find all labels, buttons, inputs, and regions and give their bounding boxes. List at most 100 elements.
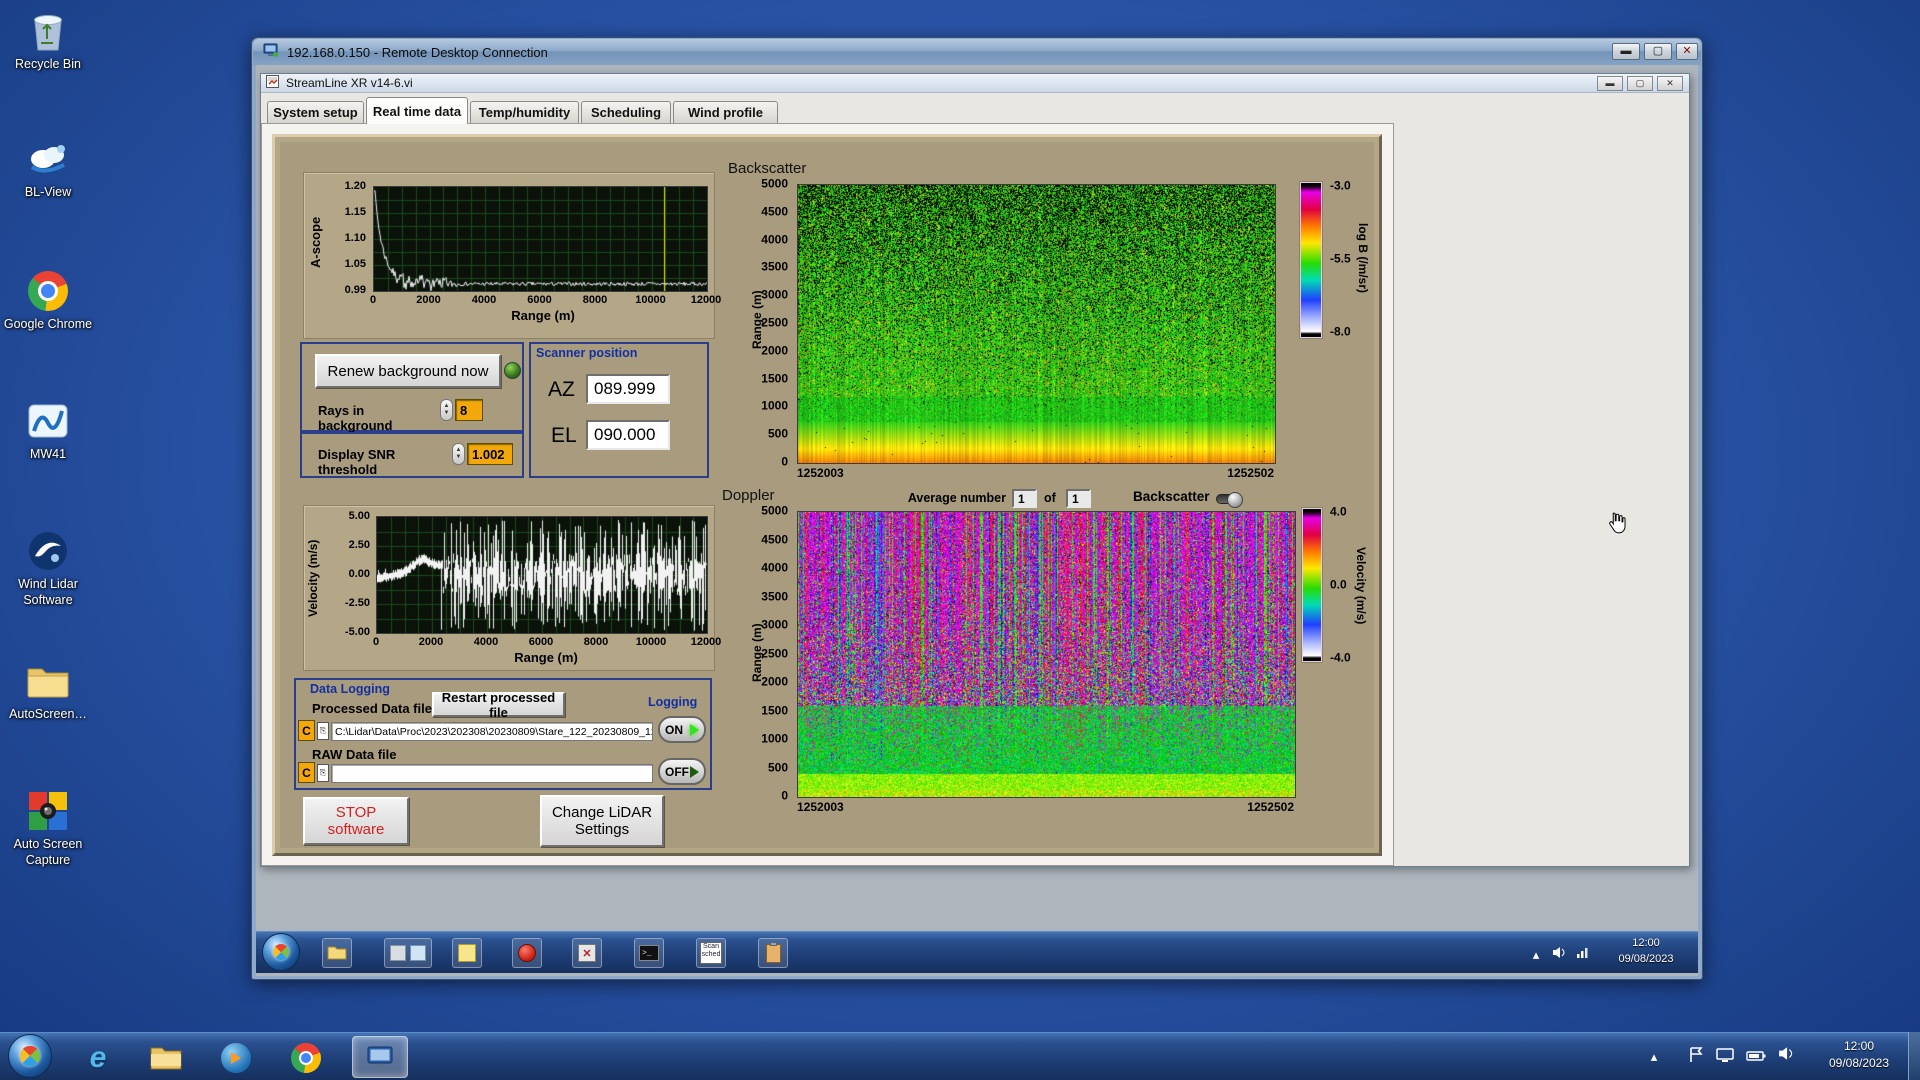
desktop-icon-autoscreen-folder[interactable]: AutoScreen… [2, 658, 94, 723]
start-button[interactable] [8, 1034, 52, 1078]
taskbar-internet-explorer-icon[interactable]: e [80, 1040, 116, 1076]
tick-label: 1.20 [344, 179, 366, 192]
desktop-icon-auto-screen-capture[interactable]: Auto Screen Capture [2, 788, 94, 868]
raw-logging-off-button[interactable]: OFF [658, 758, 706, 785]
tick-label: 0 [781, 788, 788, 803]
restart-processed-file-button[interactable]: Restart processed file [432, 690, 565, 720]
remote-tray-volume-icon[interactable] [1552, 946, 1567, 964]
app-close-button[interactable]: ✕ [1657, 76, 1683, 91]
average-number-field[interactable]: 1 [1012, 489, 1037, 508]
remote-start-button[interactable] [262, 933, 300, 971]
tick-label: 4000 [761, 560, 788, 575]
stop-software-button[interactable]: STOP software [303, 797, 409, 845]
tab-scheduling[interactable]: Scheduling [581, 101, 671, 123]
desktop-icon-bl-view[interactable]: BL-View [2, 136, 94, 201]
remote-clock-time: 12:00 [1632, 937, 1660, 949]
tab-real-time-data[interactable]: Real time data [366, 97, 468, 124]
ascope-y-ticks: 1.20 1.15 1.10 1.05 0.99 [300, 180, 368, 296]
remote-taskbar-clock[interactable]: 12:00 09/08/2023 [1598, 936, 1694, 968]
taskbar-media-player-icon[interactable] [218, 1040, 254, 1076]
processed-path-browse-icon[interactable]: ⎘ [317, 722, 329, 740]
renew-background-led [504, 362, 521, 379]
raw-path-browse-icon[interactable]: ⎘ [317, 764, 329, 782]
app-minimize-button[interactable]: ▬ [1597, 76, 1623, 91]
tick-label: 4000 [761, 232, 788, 247]
tray-display-icon[interactable] [1716, 1048, 1734, 1068]
el-value-field[interactable]: 090.000 [586, 420, 670, 450]
tray-battery-icon[interactable] [1746, 1049, 1766, 1067]
scanner-position-title: Scanner position [536, 346, 638, 360]
rays-value-field[interactable]: 8 [455, 399, 483, 421]
toggle-knob[interactable] [1227, 492, 1243, 508]
taskbar-chrome-icon[interactable] [288, 1040, 324, 1076]
stop-button-line1: STOP [335, 804, 377, 821]
raw-drive-box[interactable]: C [298, 762, 315, 783]
remote-quicklaunch-stop-app[interactable] [512, 938, 542, 968]
taskbar-clock[interactable]: 12:00 09/08/2023 [1812, 1038, 1906, 1073]
remote-tray-show-hidden-icon[interactable]: ▴ [1528, 947, 1544, 963]
desktop-icon-recycle-bin[interactable]: Recycle Bin [2, 8, 94, 73]
remote-quicklaunch-clipboard[interactable] [758, 938, 788, 968]
clock-date: 09/08/2023 [1828, 1056, 1890, 1071]
scanner-position-group-box [529, 342, 709, 478]
remote-quicklaunch-scan-scheduler[interactable]: Scan sched [696, 938, 726, 968]
remote-quicklaunch-command-prompt[interactable]: >_ [634, 938, 664, 968]
tray-volume-icon[interactable] [1778, 1046, 1795, 1066]
raw-path-field[interactable] [331, 764, 653, 783]
tick-label: 2.50 [348, 538, 370, 551]
tick-label: 10000 [635, 636, 667, 648]
processed-path-field[interactable]: C:\Lidar\Data\Proc\2023\202308\20230809\… [331, 722, 653, 741]
desktop-icon-wind-lidar[interactable]: Wind Lidar Software [2, 528, 94, 608]
ascope-plot [373, 186, 708, 292]
velocity-y-ticks: 5.00 2.50 0.00 -2.50 -5.00 [300, 510, 372, 638]
rays-spinner[interactable]: ▲ ▼ [440, 399, 453, 421]
doppler-plot [797, 511, 1296, 798]
remote-tray-network-icon[interactable] [1576, 945, 1590, 964]
tray-action-center-icon[interactable] [1688, 1046, 1704, 1069]
remote-quicklaunch-grouped-apps[interactable] [384, 938, 432, 968]
tick-label: -5.5 [1330, 251, 1351, 266]
tick-label: -2.50 [344, 596, 370, 609]
remote-quicklaunch-notes[interactable] [452, 938, 482, 968]
az-value-field[interactable]: 089.999 [586, 374, 670, 404]
desktop-icon-label: BL-View [24, 185, 72, 199]
app-maximize-button[interactable]: ▢ [1627, 76, 1653, 91]
tray-show-hidden-icon[interactable]: ▴ [1646, 1049, 1662, 1065]
change-button-line1: Change LiDAR [551, 804, 653, 821]
average-total-field[interactable]: 1 [1066, 489, 1091, 508]
snr-spinner[interactable]: ▲ ▼ [452, 443, 465, 465]
snr-value-field[interactable]: 1.002 [467, 443, 513, 465]
rdp-minimize-button[interactable]: ▬ [1612, 43, 1640, 60]
tick-label: 6000 [528, 636, 554, 648]
windows-flag-icon [20, 1046, 40, 1066]
taskbar-rdp-button[interactable] [352, 1036, 408, 1078]
backscatter-toggle[interactable] [1216, 492, 1243, 508]
change-lidar-settings-button[interactable]: Change LiDAR Settings [540, 795, 664, 847]
off-led-icon [690, 765, 699, 778]
rdp-close-button[interactable]: ✕ [1676, 43, 1698, 60]
tick-label: 500 [767, 760, 788, 775]
scan-sched-line2: sched [701, 951, 721, 959]
rdp-maximize-button[interactable]: ▢ [1644, 43, 1672, 60]
doppler-title: Doppler [722, 487, 775, 504]
tick-label: 8000 [582, 294, 608, 306]
rdp-titlebar[interactable]: 192.168.0.150 - Remote Desktop Connectio… [253, 39, 1701, 65]
tab-system-setup[interactable]: System setup [267, 101, 364, 123]
taskbar-explorer-icon[interactable] [148, 1040, 184, 1076]
tab-wind-profile[interactable]: Wind profile [673, 101, 778, 123]
doppler-colorbar-label: Velocity (m/s) [1354, 546, 1368, 625]
remote-quicklaunch-explorer[interactable] [322, 938, 352, 968]
az-label: AZ [548, 378, 575, 401]
desktop-icon-google-chrome[interactable]: Google Chrome [2, 268, 94, 333]
renew-background-button[interactable]: Renew background now [315, 354, 501, 388]
show-desktop-button[interactable] [1908, 1032, 1920, 1080]
processed-drive-box[interactable]: C [298, 720, 315, 741]
processed-logging-on-button[interactable]: ON [658, 716, 706, 743]
remote-quicklaunch-window-close-app[interactable]: ✕ [572, 938, 602, 968]
tick-label: 4000 [473, 636, 499, 648]
desktop-icon-mw41[interactable]: MW41 [2, 398, 94, 463]
tick-label: 1.05 [344, 257, 366, 270]
app-titlebar[interactable]: StreamLine XR v14-6.vi [261, 74, 1689, 93]
tab-temp-humidity[interactable]: Temp/humidity [470, 101, 579, 123]
app-window-title: StreamLine XR v14-6.vi [286, 76, 413, 90]
